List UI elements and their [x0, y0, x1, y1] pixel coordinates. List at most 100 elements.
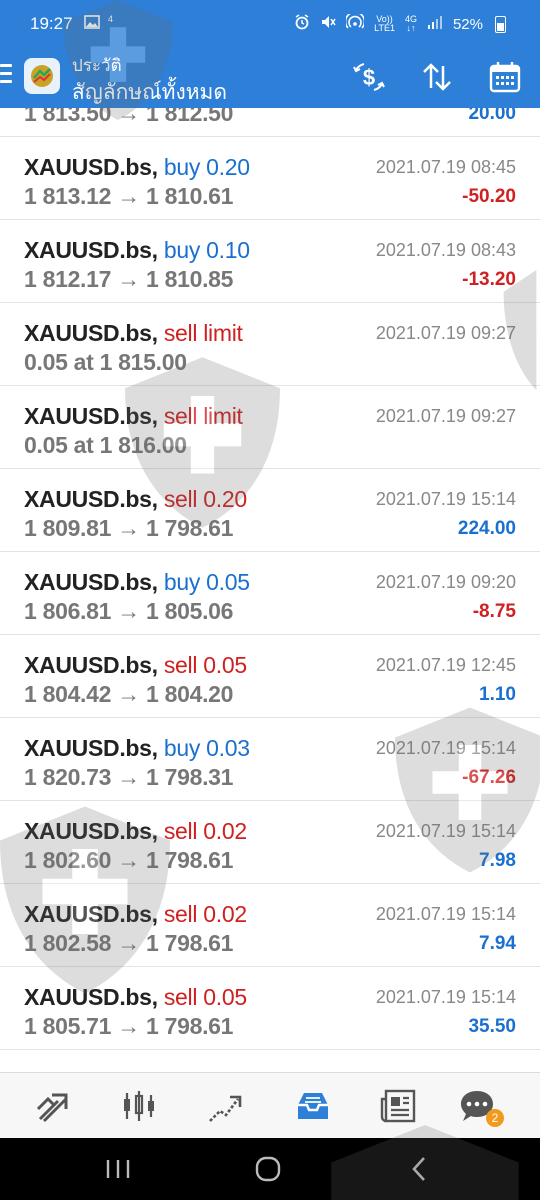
svg-text:$: $	[363, 65, 375, 90]
trade-row[interactable]: XAUUSD.bs, buy 0.03 1 820.73 → 1 798.31 20…	[0, 718, 540, 801]
trade-symbol-line: XAUUSD.bs, buy 0.03	[24, 735, 250, 762]
trade-type: sell 0.05	[163, 984, 247, 1010]
trade-date: 2021.07.19 08:43	[375, 240, 516, 260]
trade-type: sell limit	[163, 320, 243, 346]
app-bar: ประวัติ สัญลักษณ์ทั้งหมด $	[0, 46, 540, 108]
trade-row[interactable]: XAUUSD.bs, sell 0.201 813.50 → 1 812.502…	[0, 108, 540, 137]
trade-prices: 1 813.12 → 1 810.61	[24, 183, 234, 209]
trade-symbol-line: XAUUSD.bs, buy 0.20	[24, 154, 250, 181]
status-time: 19:27	[30, 14, 73, 33]
trade-row[interactable]: XAUUSD.bs, buy 0.05 1 806.81 → 1 805.06 20…	[0, 552, 540, 635]
home-icon[interactable]	[248, 1152, 288, 1186]
chat-icon[interactable]: 2	[458, 1087, 504, 1127]
trade-symbol: XAUUSD.bs,	[24, 403, 158, 429]
trade-row[interactable]: XAUUSD.bs, sell 0.02 1 802.58 → 1 798.61 2…	[0, 884, 540, 967]
trade-profit: 7.94	[479, 933, 516, 954]
trade-date: 2021.07.19 09:20	[375, 572, 516, 592]
trade-prices: 1 804.42 → 1 804.20	[24, 681, 234, 707]
trade-date: 2021.07.19 15:14	[375, 904, 516, 924]
recent-apps-icon[interactable]	[98, 1152, 138, 1186]
trade-symbol-line: XAUUSD.bs, sell 0.20	[24, 486, 247, 513]
menu-icon[interactable]	[0, 64, 12, 88]
trade-row[interactable]: XAUUSD.bs, buy 0.10 1 812.17 → 1 810.85 20…	[0, 220, 540, 303]
trade-profit: 20.00	[468, 108, 516, 124]
trade-profit: 224.00	[457, 518, 516, 539]
chat-badge: 2	[486, 1109, 504, 1127]
trade-prices: 1 805.71 → 1 798.61	[24, 1013, 234, 1039]
trade-symbol: XAUUSD.bs,	[24, 486, 158, 512]
trade-prices: 1 812.17 → 1 810.85	[24, 266, 234, 292]
system-nav-bar	[0, 1138, 540, 1200]
trade-date: 2021.07.19 08:45	[375, 157, 516, 177]
bottom-nav: 2	[0, 1072, 540, 1139]
trade-type: buy 0.20	[163, 154, 250, 180]
trade-symbol: XAUUSD.bs,	[24, 735, 158, 761]
sort-icon[interactable]	[420, 60, 454, 99]
battery-icon	[495, 15, 506, 33]
trade-row[interactable]: XAUUSD.bs, sell limit 0.05 at 1 816.00 202…	[0, 386, 540, 469]
trade-symbol-line: XAUUSD.bs, sell 0.05	[24, 984, 247, 1011]
trade-type: sell limit	[163, 403, 243, 429]
trade-date: 2021.07.19 09:27	[375, 406, 516, 426]
net-bottom: ↓↑	[406, 23, 416, 33]
trade-row[interactable]: XAUUSD.bs, buy 0.20 1 813.12 → 1 810.61 20…	[0, 137, 540, 220]
trade-date: 2021.07.19 15:14	[375, 489, 516, 509]
4g-icon: 4G ↓↑	[405, 15, 417, 33]
trade-prices: 1 802.58 → 1 798.61	[24, 930, 234, 956]
trade-symbol-line: XAUUSD.bs, sell limit	[24, 403, 243, 430]
trade-icon[interactable]	[206, 1087, 246, 1127]
volte-bottom: LTE1	[374, 23, 395, 33]
trade-symbol-line: XAUUSD.bs, buy 0.05	[24, 569, 250, 596]
trade-prices: 1 802.60 → 1 798.61	[24, 847, 234, 873]
trade-profit: -67.26	[462, 767, 516, 788]
history-icon[interactable]	[294, 1087, 334, 1127]
trade-profit: -8.75	[472, 601, 516, 622]
trade-symbol: XAUUSD.bs,	[24, 818, 158, 844]
trade-profit: -13.20	[462, 269, 516, 290]
notification-count: 4	[108, 14, 114, 24]
trade-profit: 1.10	[479, 684, 516, 705]
alarm-icon	[294, 14, 310, 34]
trade-type: sell 0.02	[163, 818, 247, 844]
trade-symbol-line: XAUUSD.bs, buy 0.10	[24, 237, 250, 264]
symbol-filter[interactable]: สัญลักษณ์ทั้งหมด	[72, 76, 227, 109]
trade-date: 2021.07.19 15:14	[375, 821, 516, 841]
trade-symbol: XAUUSD.bs,	[24, 569, 158, 595]
trade-date: 2021.07.19 12:45	[375, 655, 516, 675]
trade-prices: 1 806.81 → 1 805.06	[24, 598, 234, 624]
trade-profit: 35.50	[468, 1016, 516, 1037]
trade-symbol-line: XAUUSD.bs, sell 0.02	[24, 901, 247, 928]
trade-row[interactable]: XAUUSD.bs, sell 0.05 1 804.42 → 1 804.20 2…	[0, 635, 540, 718]
status-bar: 19:27 4 Vo)) LTE1 4G ↓↑ 52%	[0, 0, 540, 46]
trade-type: sell 0.20	[163, 486, 247, 512]
trade-symbol: XAUUSD.bs,	[24, 154, 158, 180]
mute-icon	[320, 14, 336, 34]
trade-symbol-line: XAUUSD.bs, sell 0.02	[24, 818, 247, 845]
trade-row[interactable]: XAUUSD.bs, sell 0.20 1 809.81 → 1 798.61 2…	[0, 469, 540, 552]
trade-prices: 1 820.73 → 1 798.31	[24, 764, 234, 790]
back-icon[interactable]	[400, 1152, 440, 1186]
calendar-icon[interactable]	[488, 60, 522, 99]
hotspot-icon	[344, 11, 366, 34]
signal-icon	[427, 15, 443, 33]
trade-row[interactable]: XAUUSD.bs, sell 0.02 1 802.60 → 1 798.61 2…	[0, 801, 540, 884]
trade-prices: 1 813.50 → 1 812.50	[24, 108, 234, 126]
trade-row[interactable]: XAUUSD.bs, sell limit 0.05 at 1 815.00 202…	[0, 303, 540, 386]
trade-symbol-line: XAUUSD.bs, sell 0.05	[24, 652, 247, 679]
trade-date: 2021.07.19 09:27	[375, 323, 516, 343]
history-list[interactable]: XAUUSD.bs, sell 0.20 1 813.50 → 1 812.50 2…	[0, 108, 540, 1072]
trade-type: buy 0.10	[163, 237, 250, 263]
page-title: ประวัติ	[72, 56, 122, 75]
trade-prices: 0.05 at 1 816.00	[24, 432, 187, 458]
trade-type: buy 0.05	[163, 569, 250, 595]
trade-type: sell 0.05	[163, 652, 247, 678]
currency-icon[interactable]: $	[352, 60, 386, 99]
chart-icon[interactable]	[120, 1087, 160, 1127]
trade-date: 2021.07.19 15:14	[375, 987, 516, 1007]
quotes-icon[interactable]	[34, 1087, 74, 1127]
trade-type: buy 0.03	[163, 735, 250, 761]
app-logo[interactable]	[24, 58, 60, 94]
trade-type: sell 0.02	[163, 901, 247, 927]
trade-row[interactable]: XAUUSD.bs, sell 0.05 1 805.71 → 1 798.61 2…	[0, 967, 540, 1050]
news-icon[interactable]	[380, 1087, 420, 1127]
